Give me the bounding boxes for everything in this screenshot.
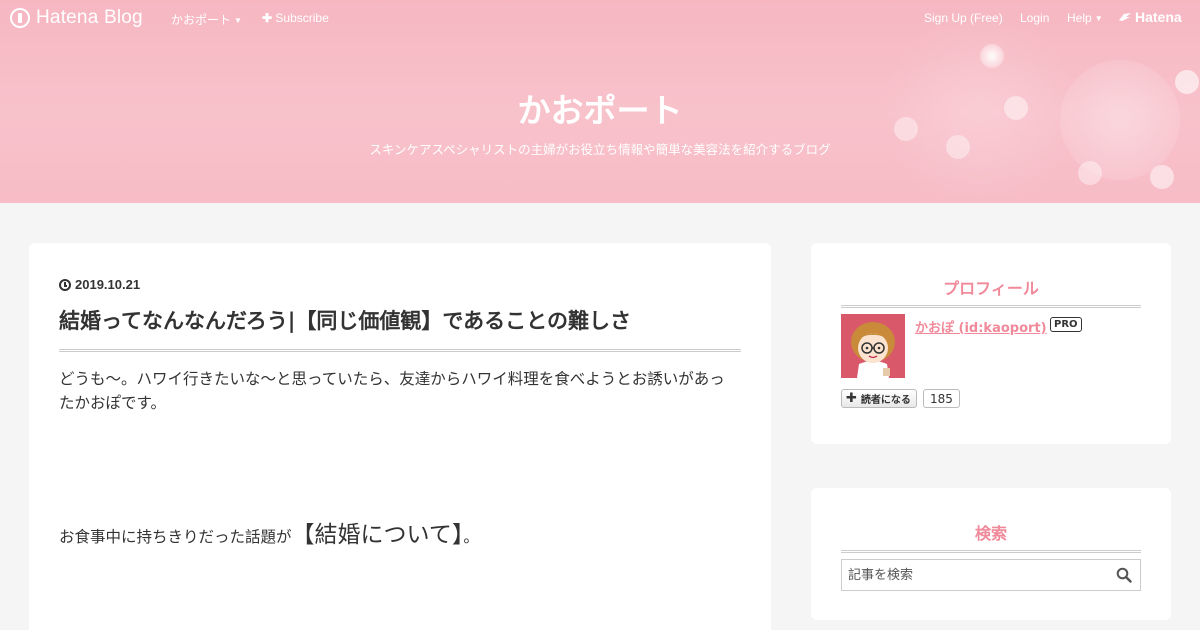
help-menu[interactable]: Help ▼ (1067, 11, 1103, 25)
hatena-wing-icon (1119, 13, 1131, 21)
reader-count: 185 (923, 389, 960, 408)
plus-icon: ✚ (262, 11, 273, 25)
profile-name-link[interactable]: かおぽ (id:kaoport) (915, 317, 1047, 336)
login-link[interactable]: Login (1020, 11, 1049, 25)
search-module: 検索 (811, 488, 1171, 620)
subscribe-button[interactable]: ✚ Subscribe (262, 11, 329, 25)
hatena-label: Hatena (1135, 9, 1182, 25)
blog-menu-label: かおポート (171, 13, 232, 27)
entry-paragraph: どうも〜。ハワイ行きたいな〜と思っていたら、友達からハワイ料理を食べようとお誘い… (59, 370, 725, 412)
caret-down-icon: ▼ (234, 16, 242, 25)
blog-title[interactable]: かおポート (0, 84, 1200, 132)
hatena-blog-logo[interactable]: Hatena Blog (10, 7, 143, 29)
emphasis-text: 【結婚について】 (291, 522, 464, 548)
blog-header: Hatena Blog かおポート ▼ ✚ Subscribe Sign Up (… (0, 0, 1200, 203)
help-label: Help (1067, 11, 1092, 25)
article-card: 2019.10.21 結婚ってなんなんだろう|【同じ価値観】であることの難しさ … (29, 243, 771, 630)
profile-heading: プロフィール (841, 275, 1141, 308)
profile-module: プロフィール かおぽ (id:kaoport) PRO ✚ 読者になる 185 (811, 243, 1171, 444)
clock-icon (59, 278, 71, 291)
hatena-link[interactable]: Hatena (1118, 9, 1182, 25)
plus-icon: ✚ (846, 391, 857, 406)
hatena-blog-icon (10, 8, 30, 28)
bokeh-light (1078, 161, 1102, 185)
search-input[interactable] (842, 560, 1112, 590)
global-header: Hatena Blog かおポート ▼ ✚ Subscribe Sign Up (… (0, 0, 1200, 36)
entry-title[interactable]: 結婚ってなんなんだろう|【同じ価値観】であることの難しさ (59, 305, 741, 352)
search-form (841, 559, 1141, 591)
avatar-illustration (841, 314, 905, 378)
caret-down-icon: ▼ (1094, 14, 1103, 23)
avatar[interactable] (841, 314, 905, 378)
paragraph-text: 。 (463, 528, 479, 546)
blog-description: スキンケアスペシャリストの主婦がお役立ち情報や簡単な美容法を紹介するブログ (369, 142, 831, 157)
bokeh-light (1150, 165, 1174, 189)
paragraph-text: お食事中に持ちきりだった話題が (59, 528, 292, 546)
entry-date[interactable]: 2019.10.21 (59, 277, 140, 292)
entry-paragraph: お食事中に持ちきりだった話題が【結婚について】。 (59, 515, 739, 549)
signup-link[interactable]: Sign Up (Free) (924, 11, 1003, 25)
subscribe-label: Subscribe (275, 11, 329, 25)
become-reader-label: 読者になる (860, 395, 911, 406)
pro-badge: PRO (1050, 317, 1082, 332)
become-reader-button[interactable]: ✚ 読者になる (841, 389, 917, 408)
blog-menu[interactable]: かおポート ▼ (171, 11, 242, 28)
entry-date-text: 2019.10.21 (75, 277, 141, 292)
search-heading: 検索 (841, 520, 1141, 553)
search-icon[interactable] (1116, 567, 1132, 583)
logo-text: Hatena Blog (36, 7, 143, 28)
bokeh-light (980, 44, 1004, 68)
